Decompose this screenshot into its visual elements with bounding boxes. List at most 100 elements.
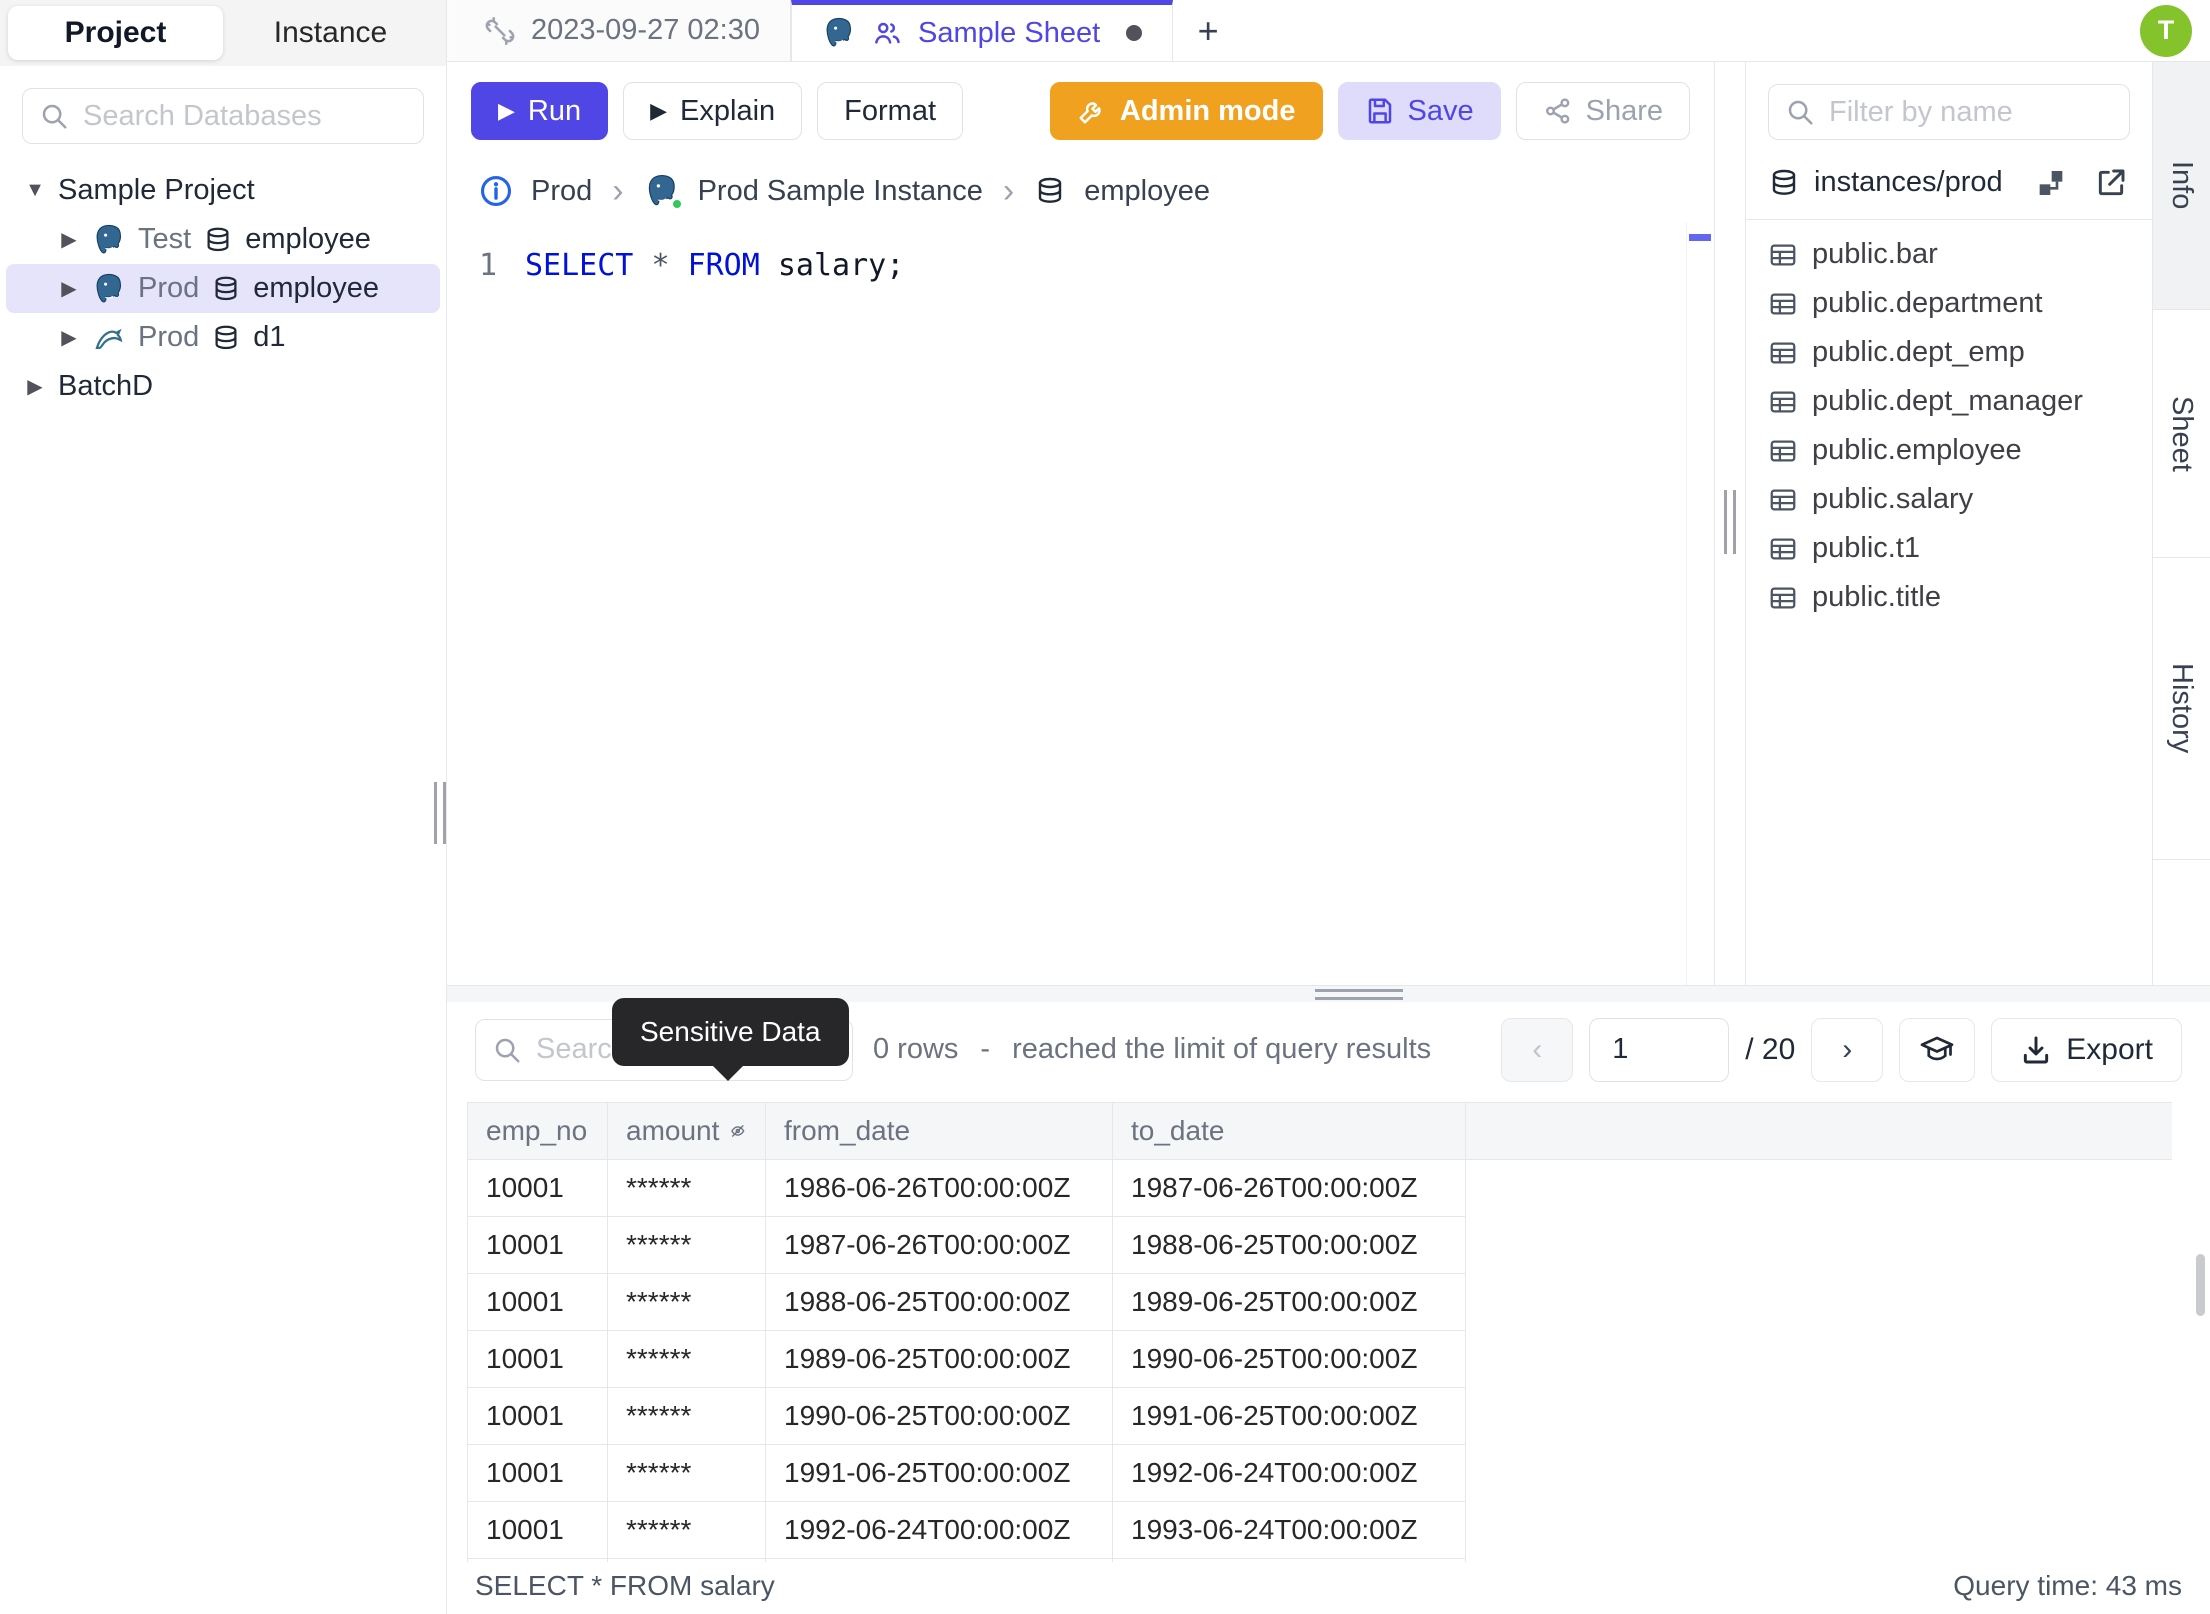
- graduation-cap-button[interactable]: [1899, 1017, 1976, 1082]
- tab-info[interactable]: Info: [2153, 62, 2210, 310]
- sheet-tab-sample-sheet[interactable]: Sample Sheet: [790, 0, 1174, 61]
- table-row[interactable]: 10001 ****** 1991-06-25T00:00:00Z 1992-06-2…: [467, 1443, 2172, 1502]
- table-icon: [1768, 485, 1798, 515]
- run-label: Run: [527, 94, 582, 127]
- page-number-input[interactable]: [1589, 1017, 1730, 1082]
- table-row[interactable]: 10001 ****** 1987-06-26T00:00:00Z 1988-06-2…: [467, 1215, 2172, 1274]
- separator: -: [980, 1033, 991, 1066]
- table-icon: [1768, 338, 1798, 368]
- breadcrumb-environment[interactable]: Prod: [531, 175, 592, 208]
- status-dot-icon: [669, 197, 684, 211]
- table-list-item[interactable]: public.dept_manager: [1746, 377, 2152, 426]
- breadcrumb: Prod › Prod Sample Instance › employee: [447, 160, 1714, 222]
- main-area: 2023-09-27 02:30 Sample Sheet + T ▶ Run: [447, 0, 2210, 1614]
- table-list-item[interactable]: public.t1: [1746, 524, 2152, 573]
- tree-item-test-employee[interactable]: ▶ Test employee: [6, 215, 440, 264]
- schema-path: instances/prod: [1814, 166, 2003, 198]
- caret-right-icon[interactable]: ▶: [58, 325, 80, 350]
- tab-history[interactable]: History: [2153, 558, 2210, 860]
- panel-gutter: [1715, 62, 1745, 985]
- project-name: BatchD: [58, 370, 154, 402]
- results-toolbar: Sensitive Data 0 rows - reached the limi…: [447, 997, 2210, 1096]
- table-icon: [1768, 534, 1798, 564]
- new-tab-button[interactable]: +: [1173, 0, 1244, 61]
- graduation-cap-icon: [1919, 1032, 1955, 1068]
- download-icon: [2020, 1034, 2052, 1066]
- table-list-item[interactable]: public.bar: [1746, 230, 2152, 279]
- tab-sheet[interactable]: Sheet: [2153, 310, 2210, 558]
- tab-project[interactable]: Project: [8, 6, 223, 60]
- table-row[interactable]: 10001 ****** 1986-06-26T00:00:00Z 1987-06-2…: [467, 1158, 2172, 1217]
- tab-instance[interactable]: Instance: [223, 6, 438, 60]
- results-scrollbar[interactable]: [2196, 1254, 2205, 1316]
- breadcrumb-database[interactable]: employee: [1084, 175, 1210, 208]
- table-list-item[interactable]: public.title: [1746, 573, 2152, 622]
- sidebar-tab-switcher: Project Instance: [0, 0, 446, 66]
- admin-mode-button[interactable]: Admin mode: [1049, 82, 1323, 140]
- eye-off-icon: [729, 1117, 747, 1145]
- caret-down-icon[interactable]: ▼: [24, 179, 46, 202]
- sheet-tab-bar: 2023-09-27 02:30 Sample Sheet + T: [447, 0, 2210, 62]
- format-button[interactable]: Format: [817, 82, 964, 140]
- run-button[interactable]: ▶ Run: [471, 82, 609, 140]
- table-row[interactable]: 10001 ****** 1990-06-25T00:00:00Z 1991-06-2…: [467, 1386, 2172, 1445]
- postgres-icon: [822, 16, 856, 50]
- column-header-to-date[interactable]: to_date: [1112, 1101, 1466, 1160]
- sql-editor[interactable]: 1 SELECT * FROM salary;: [447, 222, 1714, 985]
- table-icon: [1768, 387, 1798, 417]
- export-button[interactable]: Export: [1991, 1017, 2182, 1082]
- table-row[interactable]: 10001 ****** 1992-06-24T00:00:00Z 1993-06-2…: [467, 1500, 2172, 1559]
- tree-item-prod-d1[interactable]: ▶ Prod d1: [6, 313, 440, 362]
- schema-header: instances/prod: [1746, 140, 2152, 220]
- next-page-button[interactable]: ›: [1811, 1017, 1884, 1082]
- results-actions: ‹ / 20 › Export: [1501, 1017, 2182, 1082]
- caret-right-icon[interactable]: ▶: [58, 276, 80, 301]
- table-list-item[interactable]: public.salary: [1746, 475, 2152, 524]
- info-icon[interactable]: [479, 174, 513, 208]
- code-text: SELECT * FROM salary;: [525, 248, 905, 283]
- chevron-right-icon: ›: [1002, 172, 1015, 210]
- table-row[interactable]: 10001 ****** 1988-06-25T00:00:00Z 1989-06-2…: [467, 1272, 2172, 1331]
- column-header-from-date[interactable]: from_date: [765, 1101, 1113, 1160]
- database-search-input[interactable]: [83, 99, 407, 133]
- table-filter-input[interactable]: [1829, 95, 2113, 129]
- rows-summary: 0 rows - reached the limit of query resu…: [873, 1033, 1431, 1066]
- caret-right-icon[interactable]: ▶: [58, 227, 80, 252]
- side-tab-strip: Info Sheet History: [2152, 62, 2210, 985]
- database-label: employee: [253, 272, 380, 304]
- save-button[interactable]: Save: [1337, 82, 1501, 140]
- database-icon: [211, 323, 241, 353]
- tree-item-prod-employee[interactable]: ▶ Prod employee: [6, 264, 440, 313]
- table-list: public.bar public.department public.dept…: [1746, 220, 2152, 632]
- database-search[interactable]: [22, 88, 424, 144]
- tree-item-batchd[interactable]: ▶ BatchD: [6, 362, 440, 411]
- editor-minimap[interactable]: [1686, 222, 1714, 985]
- save-label: Save: [1407, 94, 1474, 127]
- schema-diagram-icon[interactable]: [2035, 167, 2067, 199]
- database-icon: [211, 274, 241, 304]
- play-icon: ▶: [498, 98, 515, 123]
- table-row[interactable]: 10001 ****** 1989-06-25T00:00:00Z 1990-06-2…: [467, 1329, 2172, 1388]
- column-header-amount[interactable]: amount: [607, 1101, 766, 1160]
- sql-editor-app: Project Instance ▼ Sample Project ▶ Test…: [0, 0, 2210, 1614]
- panel-resize-handle[interactable]: [1724, 490, 1736, 554]
- prev-page-button[interactable]: ‹: [1501, 1017, 1574, 1082]
- sidebar-resize-handle[interactable]: [434, 782, 446, 844]
- table-list-item[interactable]: public.dept_emp: [1746, 328, 2152, 377]
- tree-item-sample-project[interactable]: ▼ Sample Project: [6, 166, 440, 215]
- share-button[interactable]: Share: [1515, 82, 1690, 140]
- play-icon: ▶: [650, 98, 668, 123]
- sheet-tab-history[interactable]: 2023-09-27 02:30: [455, 0, 791, 61]
- table-filter[interactable]: [1768, 84, 2130, 140]
- database-label: d1: [253, 321, 286, 353]
- table-list-item[interactable]: public.employee: [1746, 426, 2152, 475]
- breadcrumb-instance[interactable]: Prod Sample Instance: [698, 175, 983, 208]
- explain-button[interactable]: ▶ Explain: [623, 82, 803, 140]
- table-list-item[interactable]: public.department: [1746, 279, 2152, 328]
- avatar[interactable]: T: [2140, 4, 2192, 57]
- database-icon: [1034, 175, 1066, 207]
- caret-right-icon[interactable]: ▶: [24, 374, 46, 399]
- column-header-emp-no[interactable]: emp_no: [467, 1101, 608, 1160]
- postgres-icon: [92, 272, 126, 306]
- external-link-icon[interactable]: [2095, 167, 2127, 199]
